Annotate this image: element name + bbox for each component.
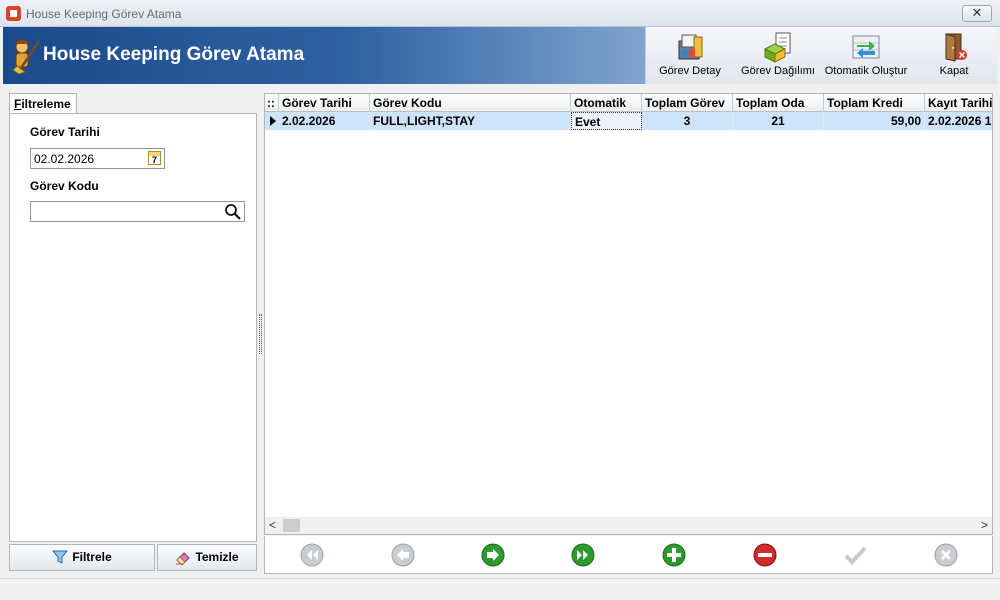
cell-toplam-oda[interactable]: 21 [733,112,824,130]
task-date-label: Görev Tarihi [30,125,100,139]
auto-generate-icon [852,35,880,59]
form-header: House Keeping Görev Atama Görev Detay Gö… [3,27,997,84]
cancel-icon[interactable] [933,542,959,568]
toolbar-label: Otomatik Oluştur [824,65,908,77]
task-detail-button[interactable]: Görev Detay [646,27,734,84]
clear-button-label: Temizle [195,550,239,564]
task-date-field[interactable]: 02.02.2026 7 [30,148,165,169]
scroll-thumb[interactable] [283,519,300,532]
column-header-toplam-gorev[interactable]: Toplam Görev [642,94,733,112]
toolbar-label: Kapat [939,65,969,77]
toolbar: Görev Detay Görev Dağılımı Otomatik Oluş… [645,27,997,84]
scroll-right-button[interactable]: > [981,518,988,532]
app-icon [6,6,21,21]
first-icon[interactable] [299,542,325,568]
task-code-label: Görev Kodu [30,179,99,193]
cell-toplam-gorev[interactable]: 3 [642,112,733,130]
filter-button[interactable]: Filtrele [9,544,155,571]
column-header-toplam-oda[interactable]: Toplam Oda [733,94,824,112]
broom-worker-icon [12,39,41,74]
task-detail-icon [678,34,703,60]
add-icon[interactable] [661,542,687,568]
filter-panel: Filtreleme Görev Tarihi 02.02.2026 7 Gör… [9,93,257,574]
clear-button[interactable]: Temizle [157,544,257,571]
next-icon[interactable] [480,542,506,568]
column-header-gorev-kodu[interactable]: Görev Kodu [370,94,571,112]
horizontal-scrollbar[interactable]: < > [265,517,992,534]
status-bar [0,578,1000,600]
filter-button-label: Filtrele [72,550,112,564]
page-title: House Keeping Görev Atama [43,44,305,65]
eraser-icon [176,552,191,565]
cell-gorev-tarihi[interactable]: 2.02.2026 [279,112,370,130]
task-date-value: 02.02.2026 [34,152,95,166]
task-grid: :: Görev Tarihi Görev Kodu Otomatik Topl… [264,93,993,535]
tab-label: iltreleme [21,97,71,111]
column-header-otomatik[interactable]: Otomatik [571,94,642,112]
task-distribution-icon [763,32,791,63]
table-row[interactable]: 2.02.2026 FULL,LIGHT,STAY Evet 3 21 59,0… [265,112,992,130]
column-header-toplam-kredi[interactable]: Toplam Kredi [824,94,925,112]
window-close-button[interactable]: ✕ [962,5,992,22]
window-titlebar: House Keeping Görev Atama ✕ [0,0,1000,27]
scroll-left-button[interactable]: < [269,518,276,532]
filter-box: Görev Tarihi 02.02.2026 7 Görev Kodu [9,113,257,542]
toolbar-label: Görev Dağılımı [741,65,815,77]
column-header-kayit-tarihi[interactable]: Kayıt Tarihi [925,94,992,112]
tab-filtreleme[interactable]: Filtreleme [9,93,77,114]
cell-otomatik[interactable]: Evet [571,112,642,130]
row-indicator-icon [270,116,276,126]
grid-header: :: Görev Tarihi Görev Kodu Otomatik Topl… [265,94,992,112]
search-icon[interactable] [224,203,242,221]
toolbar-label: Görev Detay [659,65,721,77]
exit-door-icon [945,33,967,62]
cell-gorev-kodu[interactable]: FULL,LIGHT,STAY [370,112,571,130]
calendar-icon[interactable]: 7 [148,151,161,165]
panel-splitter[interactable] [259,314,262,354]
previous-icon[interactable] [390,542,416,568]
last-icon[interactable] [570,542,596,568]
task-distribution-button[interactable]: Görev Dağılımı [734,27,822,84]
funnel-icon [52,550,69,564]
task-code-field[interactable] [30,201,245,222]
auto-generate-button[interactable]: Otomatik Oluştur [822,27,910,84]
cell-toplam-kredi[interactable]: 59,00 [824,112,925,130]
record-navigator [264,536,993,574]
delete-icon[interactable] [752,542,778,568]
confirm-icon[interactable] [842,542,868,568]
cell-kayit-tarihi[interactable]: 2.02.2026 1 [925,112,992,130]
grid-corner[interactable]: :: [265,94,279,112]
close-button[interactable]: Kapat [910,27,998,84]
column-header-gorev-tarihi[interactable]: Görev Tarihi [279,94,370,112]
window-title: House Keeping Görev Atama [26,7,182,21]
